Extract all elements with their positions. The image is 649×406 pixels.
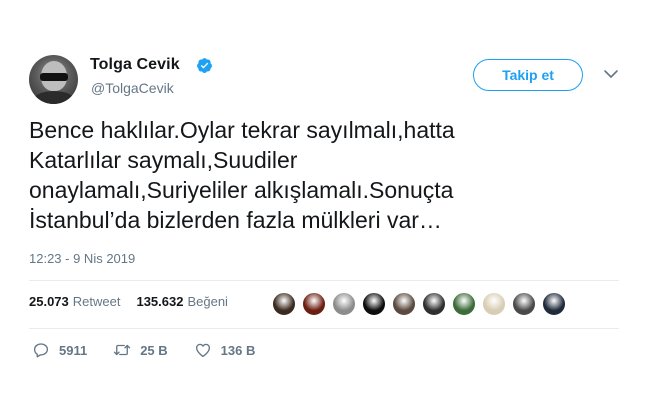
liker-avatar[interactable]	[272, 292, 296, 316]
retweet-icon	[114, 344, 131, 356]
liker-avatar[interactable]	[332, 292, 356, 316]
liker-avatar[interactable]	[362, 292, 386, 316]
tweet-timestamp[interactable]: 12:23 - 9 Nis 2019	[29, 251, 135, 266]
tweet-stats: 25.073 Retweet 135.632 Beğeni	[29, 294, 228, 309]
liker-avatar[interactable]	[542, 292, 566, 316]
retweet-action-count: 25 B	[140, 342, 168, 358]
like-icon	[195, 343, 210, 358]
tweet-card: Tolga Cevik @TolgaCevik Takip et Bence h…	[0, 0, 649, 406]
liker-avatar[interactable]	[452, 292, 476, 316]
reply-button[interactable]: 5911	[32, 341, 87, 359]
liker-avatar[interactable]	[422, 292, 446, 316]
like-button[interactable]: 136 B	[194, 341, 256, 359]
retweet-button[interactable]: 25 B	[113, 341, 168, 359]
retweet-count: 25.073	[29, 294, 69, 309]
reply-icon	[33, 343, 49, 358]
likers-avatar-list	[272, 292, 572, 316]
liker-avatar[interactable]	[392, 292, 416, 316]
avatar[interactable]	[29, 55, 78, 104]
retweet-stat[interactable]: 25.073 Retweet	[29, 294, 120, 309]
liker-avatar[interactable]	[512, 292, 536, 316]
like-count: 135.632	[136, 294, 184, 309]
reply-count: 5911	[59, 342, 88, 358]
retweet-label: Retweet	[72, 294, 121, 309]
tweet-actions: 5911 25 B 136 B	[32, 341, 281, 359]
divider-top	[29, 280, 619, 281]
chevron-down-icon[interactable]	[603, 66, 619, 82]
user-handle[interactable]: @TolgaCevik	[91, 80, 174, 96]
like-stat[interactable]: 135.632 Beğeni	[136, 294, 227, 309]
follow-button[interactable]: Takip et	[473, 59, 583, 91]
verified-badge-icon	[197, 58, 212, 73]
like-label: Beğeni	[187, 294, 228, 309]
liker-avatar[interactable]	[302, 292, 326, 316]
tweet-text: Bence haklılar.Oylar tekrar sayılmalı,ha…	[29, 117, 455, 233]
like-action-count: 136 B	[220, 342, 256, 358]
divider-bottom	[29, 328, 619, 329]
liker-avatar[interactable]	[482, 292, 506, 316]
user-name[interactable]: Tolga Cevik	[90, 56, 180, 74]
